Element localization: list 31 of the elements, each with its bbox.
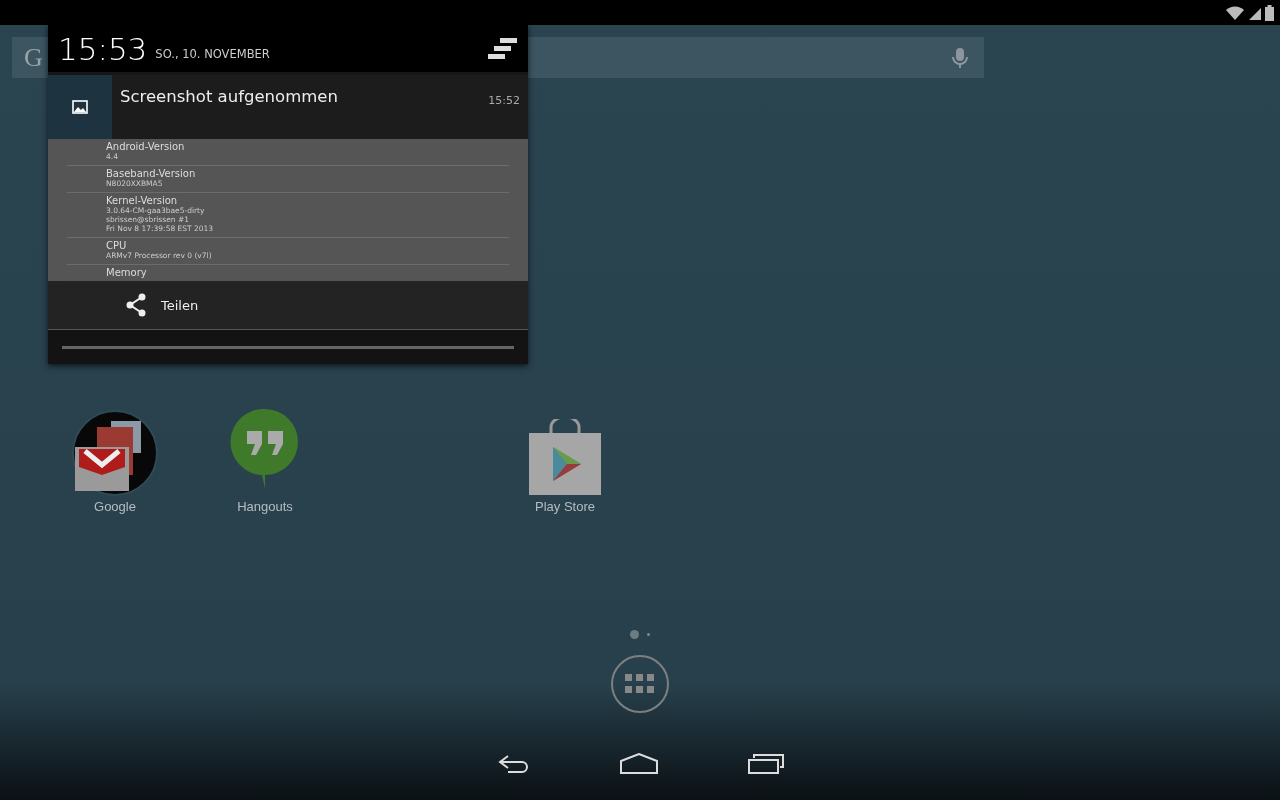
date: SO., 10. NOVEMBER: [155, 46, 270, 61]
app-folder-icon: [71, 409, 159, 497]
setting-label: Kernel-Version: [106, 195, 179, 206]
back-icon[interactable]: [496, 753, 530, 775]
recent-apps-icon[interactable]: [748, 753, 784, 775]
search-logo-text: G: [24, 42, 43, 73]
shopping-bag-icon: [527, 419, 603, 497]
share-icon: [125, 293, 147, 317]
image-icon: [72, 100, 88, 114]
wifi-icon: [1225, 4, 1245, 21]
microphone-icon[interactable]: [952, 46, 968, 69]
app-shortcut[interactable]: Play Store: [490, 406, 640, 514]
setting-label: CPU: [106, 240, 128, 251]
app-label: Play Store: [535, 499, 595, 514]
app-shortcut[interactable]: Google: [40, 406, 190, 514]
clear-all-icon[interactable]: [488, 37, 518, 60]
setting-label: Memory: [106, 267, 148, 278]
battery-icon: [1265, 4, 1274, 21]
app-label: Hangouts: [237, 499, 293, 514]
app-drawer-button[interactable]: [611, 655, 669, 713]
setting-label: Baseband-Version: [106, 168, 197, 179]
notification-card[interactable]: [48, 75, 528, 330]
setting-label: Android-Version: [106, 141, 186, 152]
home-icon[interactable]: [620, 753, 658, 775]
drag-handle[interactable]: [62, 345, 514, 349]
grid-icon: [625, 674, 655, 694]
notification-time: 15:52: [488, 93, 521, 109]
app-shortcut[interactable]: Hangouts: [190, 406, 340, 514]
notification-title: Screenshot aufgenommen: [119, 86, 339, 108]
app-label: Google: [94, 499, 136, 514]
share-button[interactable]: Teilen: [48, 281, 528, 329]
